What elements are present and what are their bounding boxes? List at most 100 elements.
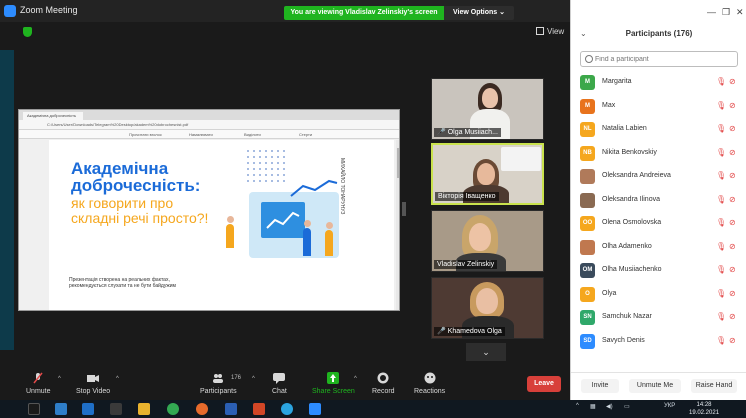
participants-panel: — ❐ ✕ Participants (176) ⌄ M Margarita 🎙… [570,0,746,400]
shared-screen[interactable]: Академічна доброчесність C:/Users/User/D… [18,109,400,311]
pdf-toolbar: Прочитати вголос Намалювати Виділити Сте… [19,130,399,139]
video-off-icon: ⊘ [729,241,736,251]
mail-icon[interactable] [82,403,94,415]
word-icon[interactable] [225,403,237,415]
search-input[interactable] [595,53,735,65]
restore-icon[interactable]: ❐ [722,7,730,18]
store-icon[interactable] [110,403,122,415]
participant-row[interactable]: OO Olena Osmolovska 🎙 ⊘ [571,213,746,237]
reactions-button[interactable]: Reactions [414,372,445,395]
unmute-button[interactable]: Unmute [26,372,51,395]
clock[interactable]: 14:28 19.02.2021 [689,401,719,417]
participants-caret-icon[interactable]: ^ [252,376,255,382]
battery-icon[interactable]: ▭ [624,403,630,410]
pdf-erase[interactable]: Стерти [299,132,312,137]
invite-button[interactable]: Invite [581,379,619,393]
participant-name: Max [602,101,616,109]
video-tile-name: Vladislav Zelinskiy [434,260,498,269]
collapse-chevron-icon[interactable]: ⌄ [580,29,587,38]
mic-muted-icon: 🎙 [716,100,727,110]
chrome-icon[interactable] [167,403,179,415]
participant-video [469,223,491,251]
participant-row[interactable]: OM Olha Musiiachenko 🎙 ⊘ [571,260,746,284]
view-options-button[interactable]: View Options ⌄ [444,6,514,20]
participant-row[interactable]: M Margarita 🎙 ⊘ [571,72,746,96]
record-button[interactable]: Record [372,372,395,395]
close-icon[interactable]: ✕ [736,7,744,18]
mic-muted-icon: 🎙 [716,218,727,227]
participant-name: Olya [602,289,617,297]
participant-row[interactable]: Olha Adamenko 🎙 ⊘ [571,237,746,261]
stop-video-button[interactable]: Stop Video [76,372,110,395]
view-layout-button[interactable]: View [536,27,564,36]
participant-name: Olha Adamenko [602,242,652,250]
participant-row[interactable]: M Max 🎙 ⊘ [571,96,746,120]
avatar: NL [580,122,595,137]
language-indicator[interactable]: УКР [664,403,675,409]
person-head-illustration [227,216,234,223]
participant-row[interactable]: NB Nikita Benkovskiy 🎙 ⊘ [571,143,746,167]
mic-muted-icon: 🎙 [716,288,727,298]
browser-tab[interactable]: Академічна доброчесність [23,112,83,120]
panel-title: Participants (176) [625,29,693,38]
share-screen-button[interactable]: Share Screen [312,372,355,395]
video-tile-active-speaker[interactable]: Вікторія Іващенко [431,143,544,205]
mic-muted-icon: 🎙 [716,147,727,157]
raise-hand-button[interactable]: Raise Hand [691,379,737,393]
pdf-read-aloud[interactable]: Прочитати вголос [129,132,162,137]
title-bar: Zoom Meeting You are viewing Vladislav Z… [0,0,570,22]
powerpoint-icon[interactable] [253,403,265,415]
participant-row[interactable]: SN Samchuk Nazar 🎙 ⊘ [571,307,746,331]
record-icon [377,372,389,384]
windows-taskbar: ^ ▦ ◀) ▭ УКР 14:28 19.02.2021 [0,400,746,418]
participant-row[interactable]: Oleksandra Ilinova 🎙 ⊘ [571,190,746,214]
video-tile[interactable]: 🎤 Olga Musiiach... [431,78,544,140]
person-head-illustration [326,222,333,229]
leave-button[interactable]: Leave [527,376,561,392]
browser-address-bar[interactable]: C:/Users/User/Downloads/Telegram%20Deskt… [19,120,399,130]
audio-options-caret-icon[interactable]: ^ [58,376,61,382]
mic-muted-icon: 🎤 [437,129,446,136]
more-videos-chevron-icon[interactable]: ⌄ [466,343,506,361]
pdf-draw[interactable]: Намалювати [189,132,213,137]
firefox-icon[interactable] [196,403,208,415]
minimize-icon[interactable]: — [707,7,716,17]
scrollbar-thumb[interactable] [397,148,399,178]
browser-url[interactable]: C:/Users/User/Downloads/Telegram%20Deskt… [47,122,367,128]
zoom-taskbar-icon[interactable] [309,403,321,415]
share-options-caret-icon[interactable]: ^ [354,376,357,382]
security-shield-icon[interactable] [23,27,32,37]
avatar: SD [580,333,595,349]
participant-row[interactable]: Oleksandra Andreieva 🎙 ⊘ [571,166,746,190]
participant-name: Natalia Labien [602,125,647,132]
participant-row[interactable]: NL Natalia Labien 🎙 ⊘ [571,119,746,143]
panel-footer: Invite Unmute Me Raise Hand [571,372,746,400]
participant-video [476,288,498,314]
pdf-highlight[interactable]: Виділити [244,132,261,137]
video-tile[interactable]: 🎤 Khamedova Olga [431,277,544,339]
chat-button[interactable]: Chat [272,372,287,395]
participant-name: Oleksandra Ilinova [602,195,660,203]
telegram-icon[interactable] [281,403,293,415]
participant-search[interactable] [580,51,738,67]
avatar [580,169,595,184]
task-view-icon[interactable] [55,403,67,415]
participant-row[interactable]: SD Savych Denis 🎙 ⊘ [571,331,746,355]
tray-chevron-icon[interactable]: ^ [576,403,579,409]
video-off-icon: ⊘ [729,312,736,321]
chart-board-illustration [261,202,305,238]
unmute-me-button[interactable]: Unmute Me [629,379,681,393]
left-edge-strip [0,50,14,350]
split-handle[interactable] [402,202,406,216]
network-icon[interactable]: ▦ [590,403,596,410]
search-icon[interactable] [28,403,40,415]
mic-muted-icon: 🎙 [716,194,727,204]
participant-row[interactable]: O Olya 🎙 ⊘ [571,284,746,308]
video-tile-name: Вікторія Іващенко [435,192,499,201]
file-explorer-icon[interactable] [138,403,150,415]
video-off-icon: ⊘ [729,194,736,204]
pdf-scrollbar[interactable] [396,140,399,310]
video-options-caret-icon[interactable]: ^ [116,376,119,382]
volume-icon[interactable]: ◀) [606,403,613,410]
video-tile[interactable]: Vladislav Zelinskiy [431,210,544,272]
